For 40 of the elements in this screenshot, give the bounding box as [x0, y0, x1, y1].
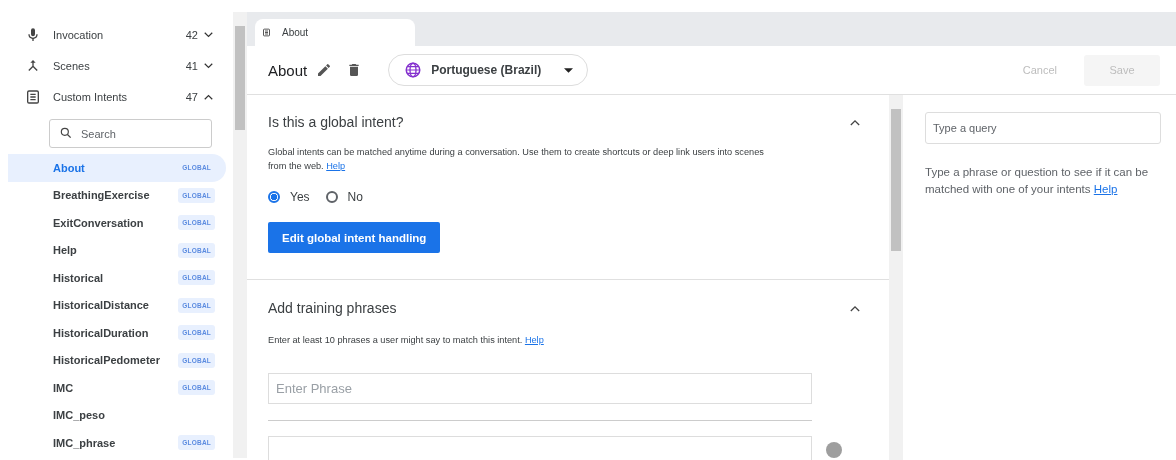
item-count: 47 [185, 90, 198, 103]
globe-icon [404, 61, 423, 79]
radio-option[interactable]: No [325, 190, 363, 204]
nav-item[interactable]: Invocation [53, 28, 186, 41]
dropdown-caret-icon [564, 67, 574, 73]
item-count: 42 [185, 28, 198, 41]
nav-item[interactable]: Custom Intents [53, 90, 186, 103]
nav-item[interactable]: Scenes [53, 59, 186, 72]
intent-title: About [268, 61, 308, 79]
edit-icon[interactable] [316, 62, 333, 78]
section-description: Global intents can be matched anytime during a conversation. Use them to create shortcuts or deep link users into scenes from the web. Help [268, 146, 765, 173]
chevron-icon[interactable] [204, 31, 213, 38]
section-title: Is this a global intent? [268, 114, 404, 130]
section-title: Add training phrases [268, 300, 397, 316]
help-link[interactable]: Help [1093, 183, 1118, 195]
item-count: 41 [185, 59, 198, 72]
document-icon [262, 28, 271, 37]
chevron-icon[interactable] [850, 118, 860, 126]
scrollbar[interactable] [889, 95, 903, 460]
tab-label: About [282, 27, 309, 38]
chevron-icon[interactable] [204, 93, 213, 100]
intent-item[interactable]: IMC_peso [8, 401, 226, 429]
microphone-icon [25, 26, 41, 43]
section-description: Enter at least 10 phrases a user might say to match this intent. Help [268, 334, 545, 347]
help-link[interactable]: Help [326, 161, 346, 171]
help-link[interactable]: Help [524, 335, 544, 345]
radio-option[interactable]: Yes [268, 190, 310, 204]
test-description: Type a phrase or question to see if it can be matched with one of your intents Help [925, 165, 1150, 197]
phrase-field[interactable]: Enter Phrase [268, 373, 812, 404]
search-icon [59, 126, 73, 140]
remove-icon[interactable] [826, 442, 842, 458]
query-field[interactable]: Type a query [925, 112, 1161, 144]
edit-handling-button[interactable]: Edit global intent handling [268, 222, 441, 253]
scrollbar[interactable] [233, 12, 247, 458]
document-icon [25, 88, 41, 105]
editor-tab[interactable]: About [255, 19, 415, 46]
chevron-icon[interactable] [850, 304, 860, 312]
phrase-field[interactable] [268, 436, 812, 460]
search-field[interactable]: Search [49, 119, 212, 148]
chevron-icon[interactable] [204, 62, 213, 69]
